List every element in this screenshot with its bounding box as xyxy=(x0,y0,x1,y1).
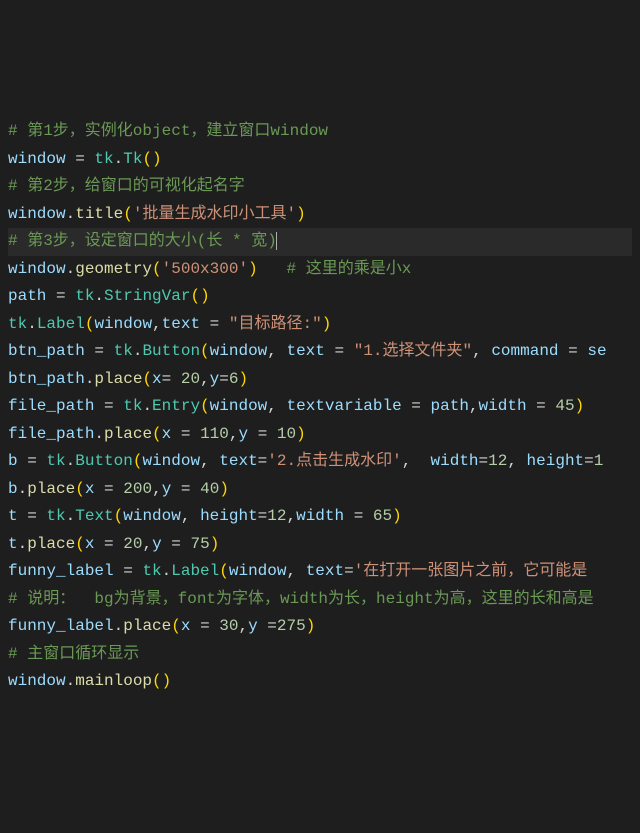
code-line: # 第1步，实例化object，建立窗口window xyxy=(8,118,632,146)
code-line: t = tk.Text(window, height=12,width = 65… xyxy=(8,503,632,531)
code-line: btn_path = tk.Button(window, text = "1.选… xyxy=(8,338,632,366)
code-line: file_path = tk.Entry(window, textvariabl… xyxy=(8,393,632,421)
code-line: b.place(x = 200,y = 40) xyxy=(8,476,632,504)
code-line: file_path.place(x = 110,y = 10) xyxy=(8,421,632,449)
code-line: window.title('批量生成水印小工具') xyxy=(8,201,632,229)
code-line: tk.Label(window,text = "目标路径:") xyxy=(8,311,632,339)
code-line-active: # 第3步，设定窗口的大小(长 * 宽) xyxy=(8,228,632,256)
code-line: path = tk.StringVar() xyxy=(8,283,632,311)
code-editor[interactable]: # 第1步，实例化object，建立窗口windowwindow = tk.Tk… xyxy=(8,118,632,696)
code-line: funny_label = tk.Label(window, text='在打开… xyxy=(8,558,632,586)
code-line: window.geometry('500x300') # 这里的乘是小x xyxy=(8,256,632,284)
code-line: b = tk.Button(window, text='2.点击生成水印', w… xyxy=(8,448,632,476)
text-cursor xyxy=(276,232,277,250)
code-line: t.place(x = 20,y = 75) xyxy=(8,531,632,559)
code-line: # 说明： bg为背景，font为字体，width为长，height为高，这里的… xyxy=(8,586,632,614)
code-line: # 第2步，给窗口的可视化起名字 xyxy=(8,173,632,201)
code-line: window.mainloop() xyxy=(8,668,632,696)
code-line: window = tk.Tk() xyxy=(8,146,632,174)
code-line: # 主窗口循环显示 xyxy=(8,641,632,669)
code-line: funny_label.place(x = 30,y =275) xyxy=(8,613,632,641)
code-line: btn_path.place(x= 20,y=6) xyxy=(8,366,632,394)
